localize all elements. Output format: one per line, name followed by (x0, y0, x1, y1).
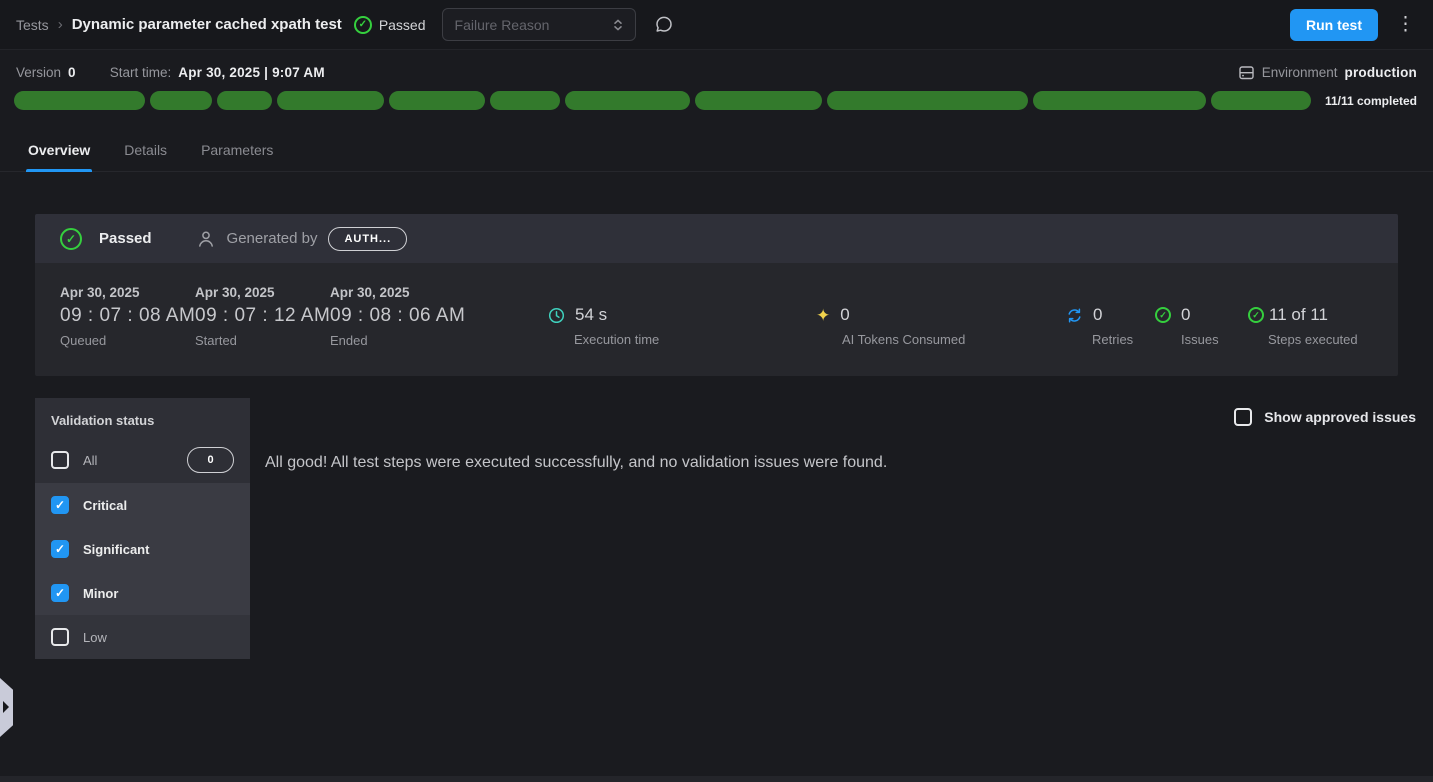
version-value: 0 (68, 65, 76, 80)
more-options-icon[interactable]: ⋮ (1396, 15, 1415, 34)
summary-card-header: ✓ Passed Generated by AUTH... (35, 214, 1398, 263)
stat-ai-tokens: ✦ 0 AI Tokens Consumed (816, 305, 965, 347)
breadcrumb-tests[interactable]: Tests (16, 17, 49, 33)
test-run-page: Tests › Dynamic parameter cached xpath t… (0, 0, 1433, 782)
stat-ended: Apr 30, 2025 09 : 08 : 06 AM Ended (330, 285, 465, 348)
clock-icon (548, 307, 565, 324)
environment-icon (1238, 64, 1255, 81)
sparkle-icon: ✦ (816, 307, 830, 324)
run-summary-card: ✓ Passed Generated by AUTH... Apr 30, 20… (35, 214, 1398, 376)
environment-label: Environment (1262, 65, 1338, 80)
progress-segment (217, 91, 272, 110)
tab-bar: Overview Details Parameters (0, 132, 1433, 172)
bottom-strip (0, 776, 1433, 782)
validation-panel-title: Validation status (35, 398, 250, 437)
summary-card-body: Apr 30, 2025 09 : 07 : 08 AM Queued Apr … (35, 263, 1398, 376)
progress-segment (827, 91, 1027, 110)
validation-filter-all[interactable]: ✓ All 0 (35, 437, 250, 483)
progress-segment (695, 91, 822, 110)
progress-segment (14, 91, 145, 110)
checkbox-significant[interactable]: ✓ (51, 540, 69, 558)
failure-reason-select[interactable]: Failure Reason (442, 8, 636, 41)
checkbox-low[interactable]: ✓ (51, 628, 69, 646)
version-label: Version (16, 65, 61, 80)
progress-completed-label: 11/11 completed (1325, 94, 1417, 108)
progress-row: 11/11 completed (0, 81, 1433, 110)
stat-retries: 0 Retries (1066, 305, 1133, 347)
status-badge: Passed (379, 17, 426, 33)
stat-issues: ✓ 0 Issues (1155, 305, 1219, 347)
generated-by-group: Generated by AUTH... (196, 227, 408, 251)
generated-by-label: Generated by (227, 230, 318, 247)
stat-queued: Apr 30, 2025 09 : 07 : 08 AM Queued (60, 285, 195, 348)
start-time-label: Start time: (110, 65, 172, 80)
steps-check-icon: ✓ (1248, 307, 1264, 323)
results-area: Validation status ✓ All 0 ✓ Critical ✓ S… (0, 398, 1433, 659)
meta-row: Version 0 Start time: Apr 30, 2025 | 9:0… (0, 50, 1433, 81)
progress-segment (150, 91, 213, 110)
sidebar-expand-handle[interactable] (0, 678, 13, 737)
comment-icon[interactable] (654, 15, 674, 35)
all-count-badge: 0 (187, 447, 234, 473)
show-approved-issues-toggle[interactable]: ✓ Show approved issues (1234, 408, 1416, 426)
user-icon (196, 229, 216, 249)
progress-segment (565, 91, 690, 110)
tab-overview[interactable]: Overview (26, 132, 92, 171)
environment-value: production (1345, 65, 1418, 80)
start-time-value: Apr 30, 2025 | 9:07 AM (178, 65, 325, 80)
tab-details[interactable]: Details (122, 132, 169, 171)
page-title: Dynamic parameter cached xpath test (72, 16, 342, 33)
generated-by-user-pill[interactable]: AUTH... (328, 227, 407, 251)
validation-filter-significant[interactable]: ✓ Significant (35, 527, 250, 571)
validation-filter-low[interactable]: ✓ Low (35, 615, 250, 659)
stat-execution-time: 54 s Execution time (548, 305, 659, 347)
all-good-message: All good! All test steps were executed s… (265, 454, 1416, 472)
progress-bar (14, 91, 1311, 110)
progress-segment (277, 91, 384, 110)
failure-reason-placeholder: Failure Reason (455, 17, 550, 33)
retry-sync-icon (1066, 307, 1083, 324)
stat-started: Apr 30, 2025 09 : 07 : 12 AM Started (195, 285, 330, 348)
progress-segment (1033, 91, 1207, 110)
issues-check-icon: ✓ (1155, 307, 1171, 323)
stat-steps-executed: ✓ 11 of 11 Steps executed (1248, 305, 1358, 347)
validation-status-panel: Validation status ✓ All 0 ✓ Critical ✓ S… (35, 398, 250, 659)
validation-filter-critical[interactable]: ✓ Critical (35, 483, 250, 527)
top-bar: Tests › Dynamic parameter cached xpath t… (0, 0, 1433, 50)
checkbox-all[interactable]: ✓ (51, 451, 69, 469)
breadcrumb-chevron-icon: › (58, 16, 63, 33)
passed-check-icon: ✓ (354, 16, 372, 34)
run-test-button[interactable]: Run test (1290, 9, 1378, 41)
passed-check-icon: ✓ (60, 228, 82, 250)
environment-group: Environment production (1238, 64, 1417, 81)
select-chevrons-icon (611, 17, 625, 33)
progress-segment (490, 91, 560, 110)
tab-parameters[interactable]: Parameters (199, 132, 275, 171)
progress-segment (389, 91, 485, 110)
checkbox-critical[interactable]: ✓ (51, 496, 69, 514)
summary-status: Passed (99, 230, 152, 247)
validation-filter-minor[interactable]: ✓ Minor (35, 571, 250, 615)
checkbox-minor[interactable]: ✓ (51, 584, 69, 602)
progress-segment (1211, 91, 1311, 110)
issues-content: ✓ Show approved issues All good! All tes… (250, 398, 1416, 659)
checkbox-show-approved[interactable]: ✓ (1234, 408, 1252, 426)
